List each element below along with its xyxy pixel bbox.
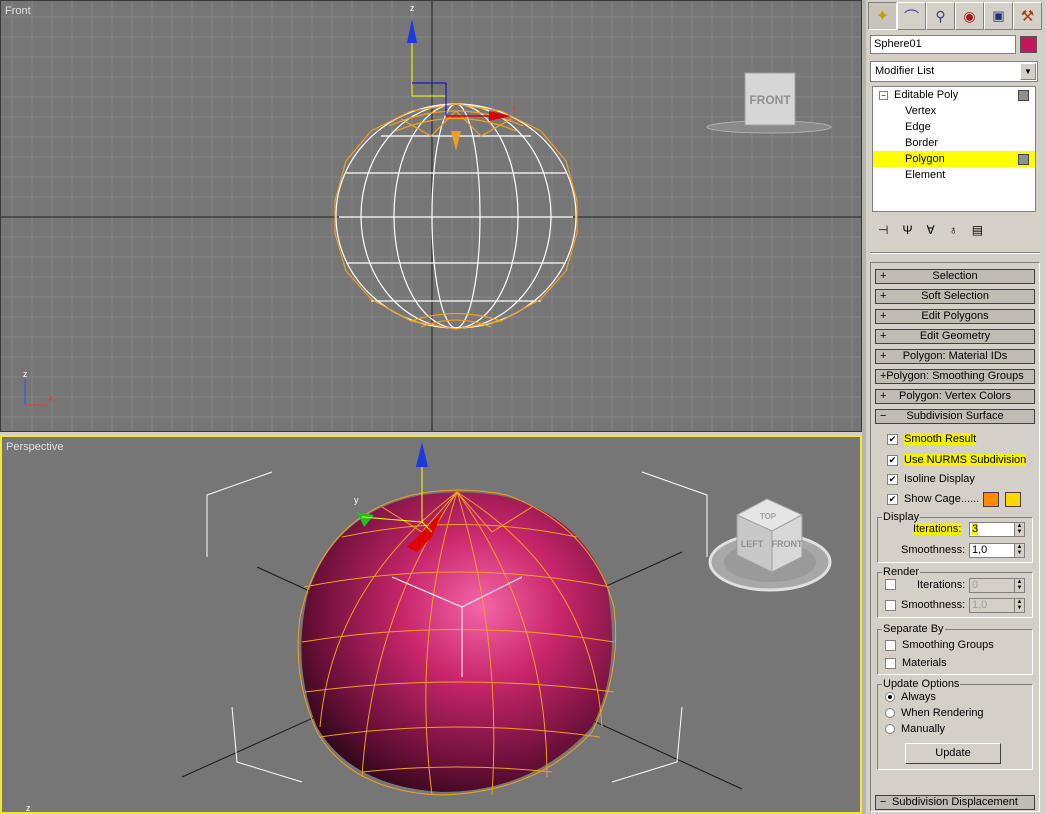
separate-materials-checkbox[interactable]: Materials — [885, 654, 947, 672]
stack-item-polygon[interactable]: Polygon — [873, 151, 1035, 167]
rollout-material-ids[interactable]: + Polygon: Material IDs — [875, 349, 1035, 364]
stack-item-element[interactable]: Element — [873, 167, 1035, 183]
perspective-viewcube[interactable]: TOP LEFT FRONT — [708, 498, 832, 592]
stack-item-border[interactable]: Border — [873, 135, 1035, 151]
configure-sets-icon[interactable]: ▤ — [972, 223, 983, 237]
checkmark-icon: ✔ — [887, 473, 898, 485]
svg-text:TOP: TOP — [760, 512, 777, 521]
persp-gizmo-y-label: y — [354, 495, 359, 505]
display-smoothness-spinner[interactable]: 1,0 ▲ ▼ — [969, 543, 1025, 558]
spinner-arrows-icon[interactable]: ▲ ▼ — [1014, 523, 1024, 536]
show-cage-checkbox[interactable]: ✔ Show Cage...... — [887, 490, 979, 508]
stack-toolbar: ⊣ Ψ ∀ ♁ ▤ — [872, 220, 1036, 240]
create-tab[interactable]: ✦ — [868, 2, 897, 30]
render-iterations-spinner[interactable]: 0 ▲ ▼ — [969, 578, 1025, 593]
front-axis-tripod: z x — [23, 369, 54, 406]
isoline-display-checkbox[interactable]: ✔ Isoline Display — [887, 470, 975, 488]
stack-item-light-icon[interactable] — [1018, 90, 1029, 101]
utilities-tab[interactable]: ⚒ — [1013, 2, 1042, 30]
chevron-down-icon[interactable]: ▼ — [1020, 63, 1036, 80]
rollout-vertex-colors[interactable]: + Polygon: Vertex Colors — [875, 389, 1035, 404]
object-color-swatch[interactable] — [1020, 36, 1037, 53]
modifier-stack[interactable]: − Editable Poly Vertex Edge Border Polygo… — [872, 86, 1036, 212]
stack-item-editable-poly[interactable]: − Editable Poly — [873, 87, 1035, 103]
checkmark-icon: ✔ — [887, 433, 898, 445]
front-gizmo-x-label: x — [512, 103, 517, 113]
modifier-list-dropdown[interactable]: Modifier List ▼ — [870, 61, 1038, 82]
rollout-subdivision-surface[interactable]: − Subdivision Surface — [875, 409, 1035, 424]
divider — [870, 252, 1040, 254]
svg-text:FRONT: FRONT — [772, 539, 803, 549]
perspective-sphere — [297, 489, 617, 796]
svg-text:z: z — [23, 369, 28, 379]
front-gizmo-z-label: z — [410, 3, 415, 13]
render-smoothness-checkbox[interactable] — [885, 600, 896, 611]
modify-tab[interactable]: ⌒ — [897, 2, 926, 30]
front-viewport[interactable]: z x FRONT z x Front — [0, 0, 862, 432]
show-end-result-icon[interactable]: Ψ — [902, 223, 912, 237]
make-unique-icon[interactable]: ∀ — [926, 223, 934, 237]
spinner-arrows-icon[interactable]: ▲ ▼ — [1014, 544, 1024, 557]
cage-color-swatch-2[interactable] — [1005, 492, 1021, 507]
display-icon: ▣ — [992, 8, 1005, 23]
object-name-field[interactable]: Sphere01 — [870, 35, 1016, 54]
display-smoothness-label: Smoothness: — [901, 544, 966, 556]
persp-axis-z-label: z — [26, 803, 31, 812]
update-manually-radio[interactable]: Manually — [885, 720, 945, 738]
rollout-edit-geometry[interactable]: + Edit Geometry — [875, 329, 1035, 344]
render-iterations-checkbox[interactable] — [885, 579, 896, 590]
modify-icon: ⌒ — [903, 8, 919, 26]
rollout-smoothing-groups[interactable]: + Polygon: Smoothing Groups — [875, 369, 1035, 384]
spinner-arrows-icon[interactable]: ▲ ▼ — [1014, 599, 1024, 612]
stack-item-vertex[interactable]: Vertex — [873, 103, 1035, 119]
modifier-list-label: Modifier List — [875, 65, 935, 77]
use-nurms-checkbox[interactable]: ✔ Use NURMS Subdivision — [887, 451, 1027, 469]
perspective-viewport-canvas: y TOP LEFT FRONT z — [26, 442, 832, 812]
checkmark-icon: ✔ — [887, 493, 898, 505]
rollout-edit-polygons[interactable]: + Edit Polygons — [875, 309, 1035, 324]
render-smoothness-spinner[interactable]: 1,0 ▲ ▼ — [969, 598, 1025, 613]
viewcube-front-label: FRONT — [749, 93, 791, 107]
perspective-viewport-label[interactable]: Perspective — [6, 441, 63, 453]
rollout-subdivision-displacement[interactable]: − Subdivision Displacement — [875, 795, 1035, 810]
display-iterations-label: Iterations: — [913, 523, 962, 535]
render-smoothness-label: Smoothness: — [901, 599, 966, 611]
pin-stack-icon[interactable]: ⊣ — [878, 223, 888, 237]
motion-icon: ◉ — [963, 7, 976, 24]
rollout-container: + Selection + Soft Selection + Edit Polygon… — [870, 262, 1040, 812]
smooth-result-checkbox[interactable]: ✔ Smooth Result — [887, 430, 977, 448]
rollout-selection[interactable]: + Selection — [875, 269, 1035, 284]
rollout-soft-selection[interactable]: + Soft Selection — [875, 289, 1035, 304]
svg-text:LEFT: LEFT — [741, 539, 764, 549]
perspective-viewport[interactable]: y TOP LEFT FRONT z Perspective — [0, 435, 862, 814]
utilities-icon: ⚒ — [1020, 8, 1035, 25]
spinner-arrows-icon[interactable]: ▲ ▼ — [1014, 579, 1024, 592]
remove-modifier-icon[interactable]: ♁ — [949, 223, 958, 237]
checkmark-icon: ✔ — [887, 454, 898, 466]
command-panel: ✦ ⌒ ⚲ ◉ ▣ ⚒ Sphere01 Modifier List ▼ − Ed… — [866, 0, 1046, 814]
display-tab[interactable]: ▣ — [984, 2, 1013, 30]
hierarchy-tab[interactable]: ⚲ — [926, 2, 955, 30]
separate-smoothing-groups-checkbox[interactable]: Smoothing Groups — [885, 636, 994, 654]
stack-item-light-icon[interactable] — [1018, 154, 1029, 165]
front-viewport-canvas: z x FRONT z x — [1, 1, 861, 431]
stack-item-edge[interactable]: Edge — [873, 119, 1035, 135]
display-iterations-spinner[interactable]: 3 ▲ ▼ — [969, 522, 1025, 537]
svg-text:x: x — [49, 393, 54, 403]
motion-tab[interactable]: ◉ — [955, 2, 984, 30]
render-iterations-label: Iterations: — [917, 579, 966, 591]
hierarchy-icon: ⚲ — [935, 7, 946, 24]
front-viewport-label[interactable]: Front — [5, 5, 31, 17]
cage-color-swatch-1[interactable] — [983, 492, 999, 507]
command-panel-tabs: ✦ ⌒ ⚲ ◉ ▣ ⚒ — [868, 2, 1044, 32]
collapse-icon[interactable]: − — [879, 91, 888, 100]
create-icon: ✦ — [875, 8, 890, 25]
update-button[interactable]: Update — [905, 743, 1001, 764]
